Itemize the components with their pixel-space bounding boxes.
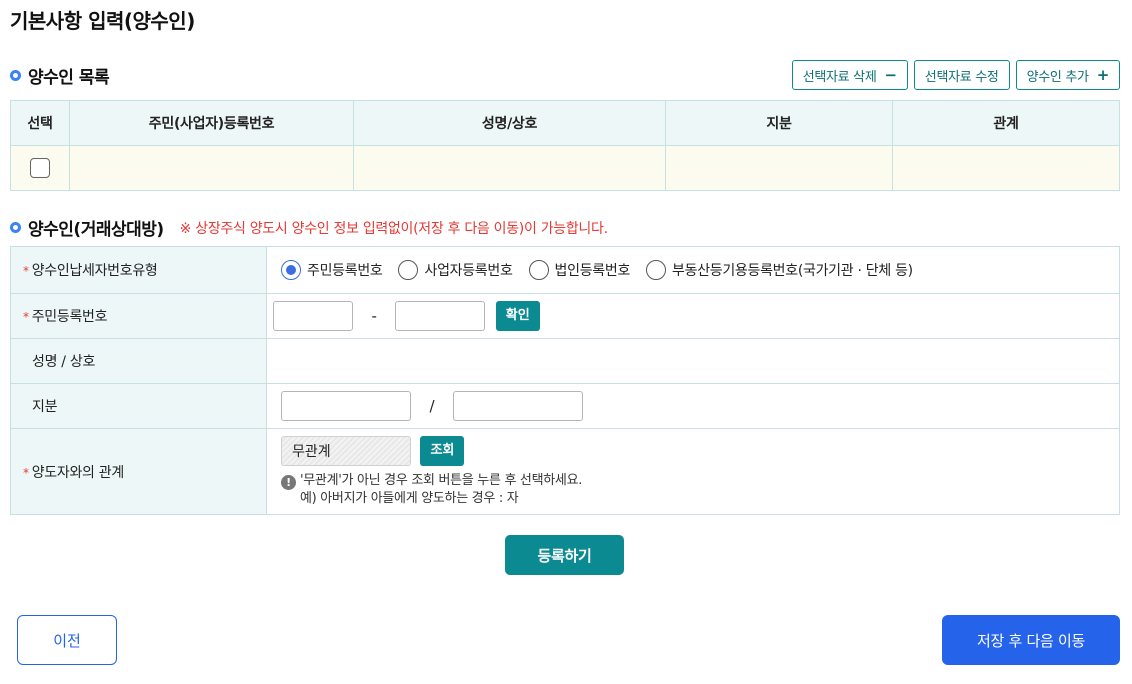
radio-unselected-icon	[528, 260, 549, 280]
taxpayer-type-label: * 양수인납세자번호유형	[10, 246, 267, 294]
form-row-taxpayer-type: * 양수인납세자번호유형 주민등록번호 사업자등록번호 법인등록번호 부동산등기용…	[10, 246, 1120, 294]
radio-realestate-label: 부동산등기용등록번호(국가기관 · 단체 등)	[672, 263, 913, 279]
name-label-text: 성명 / 상호	[32, 354, 96, 370]
form-row-share: 지분 /	[10, 383, 1120, 429]
table-header-row: 선택 주민(사업자)등록번호 성명/상호 지분 관계	[10, 100, 1120, 146]
column-header-relation: 관계	[892, 100, 1120, 146]
required-mark: *	[23, 264, 29, 278]
notice-text: ※ 상장주식 양도시 양수인 정보 입력없이(저장 후 다음 이동)이 가능합니…	[179, 220, 608, 237]
form-row-name: 성명 / 상호	[10, 338, 1120, 384]
rrn-front-input[interactable]	[273, 301, 353, 331]
edit-selected-button[interactable]: 선택자료 수정	[913, 60, 1010, 90]
info-icon: !	[281, 475, 296, 490]
plus-icon: +	[1096, 66, 1110, 84]
delete-selected-button[interactable]: 선택자료 삭제 −	[791, 60, 908, 90]
add-transferee-label: 양수인 추가	[1026, 69, 1089, 85]
list-section-title: 양수인 목록	[10, 63, 110, 88]
hint-line-1: '무관계'가 아닌 경우 조회 버튼을 누른 후 선택하세요.	[300, 473, 583, 488]
share-slash: /	[429, 397, 435, 415]
rrn-back-input[interactable]	[395, 301, 486, 331]
name-value-cell	[266, 338, 1120, 384]
share-denominator-input[interactable]	[452, 391, 583, 421]
radio-unselected-icon	[398, 260, 419, 280]
radio-realestate[interactable]: 부동산등기용등록번호(국가기관 · 단체 등)	[646, 260, 913, 280]
detail-section-label: 양수인(거래상대방)	[28, 220, 164, 240]
share-cell: /	[266, 383, 1120, 429]
list-section-label: 양수인 목록	[28, 68, 110, 88]
relation-cell: 무관계 조회 ! '무관계'가 아닌 경우 조회 버튼을 누른 후 선택하세요. …	[266, 428, 1120, 515]
rrn-confirm-button[interactable]: 확인	[495, 301, 540, 331]
detail-section-title: 양수인(거래상대방) ※ 상장주식 양도시 양수인 정보 입력없이(저장 후 다…	[10, 215, 608, 240]
share-cell	[665, 145, 893, 191]
relation-label-text: 양도자와의 관계	[31, 464, 125, 481]
save-next-button[interactable]: 저장 후 다음 이동	[942, 615, 1120, 665]
column-header-id: 주민(사업자)등록번호	[69, 100, 354, 146]
delete-selected-label: 선택자료 삭제	[802, 69, 877, 85]
name-cell	[353, 145, 666, 191]
transferee-list-table: 선택 주민(사업자)등록번호 성명/상호 지분 관계	[10, 100, 1120, 191]
row-checkbox[interactable]	[30, 158, 50, 178]
hint-line-2: 예) 아버지가 아들에게 양도하는 경우 : 자	[300, 491, 519, 506]
taxpayer-type-radio-group: 주민등록번호 사업자등록번호 법인등록번호 부동산등기용등록번호(국가기관 · …	[281, 260, 1119, 280]
name-label: 성명 / 상호	[10, 338, 267, 384]
circle-bullet-icon	[10, 222, 21, 233]
rrn-dash: -	[371, 307, 377, 325]
radio-unselected-icon	[646, 260, 667, 280]
select-cell	[10, 145, 70, 191]
column-header-name: 성명/상호	[353, 100, 666, 146]
radio-rrn-label: 주민등록번호	[307, 263, 383, 279]
relation-label: * 양도자와의 관계	[10, 428, 267, 515]
relation-readonly-field: 무관계	[281, 436, 411, 466]
radio-business-label: 사업자등록번호	[424, 263, 513, 279]
rrn-cell: - 확인	[266, 293, 1120, 339]
radio-corporate-label: 법인등록번호	[554, 263, 631, 279]
radio-selected-icon	[281, 260, 301, 280]
relation-cell	[892, 145, 1120, 191]
column-header-share: 지분	[665, 100, 893, 146]
taxpayer-type-label-text: 양수인납세자번호유형	[31, 263, 158, 279]
relation-lookup-button[interactable]: 조회	[420, 436, 465, 466]
rrn-label-text: 주민등록번호	[31, 309, 108, 325]
share-label-text: 지분	[32, 399, 58, 415]
prev-button[interactable]: 이전	[17, 615, 117, 665]
required-mark: *	[23, 310, 29, 324]
table-row	[10, 145, 1120, 191]
edit-selected-label: 선택자료 수정	[924, 69, 999, 85]
relation-hint: ! '무관계'가 아닌 경우 조회 버튼을 누른 후 선택하세요. 예) 아버지가…	[281, 472, 1119, 507]
share-numerator-input[interactable]	[281, 391, 411, 421]
taxpayer-type-cell: 주민등록번호 사업자등록번호 법인등록번호 부동산등기용등록번호(국가기관 · …	[266, 246, 1120, 294]
form-row-relation: * 양도자와의 관계 무관계 조회 ! '무관계'가 아닌 경우 조회 버튼을 누른…	[10, 428, 1120, 515]
column-header-select: 선택	[10, 100, 70, 146]
radio-business[interactable]: 사업자등록번호	[398, 260, 513, 280]
radio-corporate[interactable]: 법인등록번호	[528, 260, 631, 280]
radio-rrn[interactable]: 주민등록번호	[281, 260, 383, 280]
circle-bullet-icon	[10, 70, 21, 81]
share-label: 지분	[10, 383, 267, 429]
page-title: 기본사항 입력(양수인)	[10, 9, 195, 33]
transferee-form: * 양수인납세자번호유형 주민등록번호 사업자등록번호 법인등록번호 부동산등기용…	[10, 246, 1120, 515]
rrn-label: * 주민등록번호	[10, 293, 267, 339]
register-button[interactable]: 등록하기	[505, 535, 624, 575]
form-row-rrn: * 주민등록번호 - 확인	[10, 293, 1120, 339]
list-toolbar: 선택자료 삭제 − 선택자료 수정 양수인 추가 +	[791, 60, 1120, 90]
minus-icon: −	[884, 66, 898, 84]
add-transferee-button[interactable]: 양수인 추가 +	[1015, 60, 1120, 90]
id-cell	[69, 145, 354, 191]
required-mark: *	[23, 465, 29, 480]
